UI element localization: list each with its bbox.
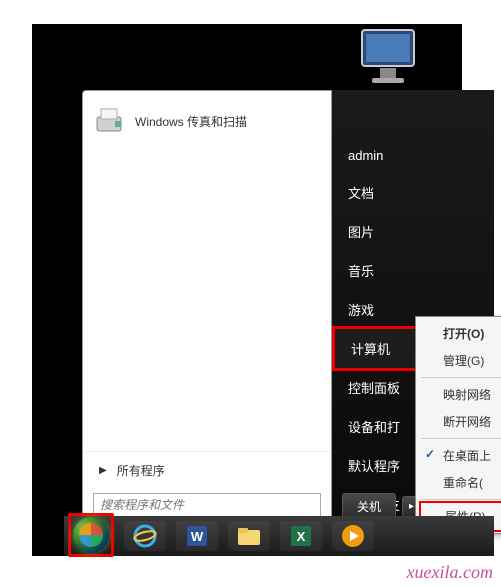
context-menu: 打开(O) 管理(G) 映射网络 断开网络 在桌面上 重命名( 属性(R) — [415, 316, 501, 534]
svg-text:X: X — [297, 529, 306, 544]
right-item-music[interactable]: 音乐 — [332, 251, 494, 290]
right-item-pictures[interactable]: 图片 — [332, 212, 494, 251]
fax-scan-icon — [95, 107, 127, 135]
ctx-show-on-desktop[interactable]: 在桌面上 — [419, 442, 501, 469]
svg-text:W: W — [191, 529, 204, 544]
start-menu-left-panel: Windows 传真和扫描 ▶ 所有程序 — [82, 90, 332, 530]
ctx-map-network[interactable]: 映射网络 — [419, 381, 501, 408]
all-programs-button[interactable]: ▶ 所有程序 — [83, 451, 331, 489]
arrow-right-icon: ▶ — [99, 465, 107, 476]
computer-monitor-icon[interactable] — [354, 26, 426, 90]
programs-list: Windows 传真和扫描 — [83, 91, 331, 451]
right-item-documents[interactable]: 文档 — [332, 173, 494, 212]
windows-orb-icon — [73, 517, 109, 553]
program-item-label: Windows 传真和扫描 — [135, 113, 247, 130]
watermark-text: xuexila.com — [407, 562, 493, 583]
start-button[interactable] — [68, 513, 114, 557]
ctx-divider — [421, 377, 501, 378]
ctx-divider — [421, 499, 501, 500]
ctx-manage[interactable]: 管理(G) — [419, 347, 501, 374]
all-programs-label: 所有程序 — [117, 462, 165, 479]
search-input[interactable] — [93, 493, 321, 517]
right-item-admin[interactable]: admin — [332, 138, 494, 173]
taskbar-explorer[interactable] — [228, 521, 270, 551]
ctx-open[interactable]: 打开(O) — [419, 320, 501, 347]
ctx-rename[interactable]: 重命名( — [419, 469, 501, 496]
taskbar: W X — [64, 516, 494, 556]
taskbar-word[interactable]: W — [176, 521, 218, 551]
taskbar-ie[interactable] — [124, 521, 166, 551]
desktop-background: Windows 传真和扫描 ▶ 所有程序 admin 文档 图片 音乐 游戏 计… — [32, 24, 462, 556]
ctx-disconnect-network[interactable]: 断开网络 — [419, 408, 501, 435]
ctx-divider — [421, 438, 501, 439]
search-container — [93, 493, 321, 517]
taskbar-excel[interactable]: X — [280, 521, 322, 551]
program-item-fax-scan[interactable]: Windows 传真和扫描 — [91, 103, 323, 139]
taskbar-media-player[interactable] — [332, 521, 374, 551]
